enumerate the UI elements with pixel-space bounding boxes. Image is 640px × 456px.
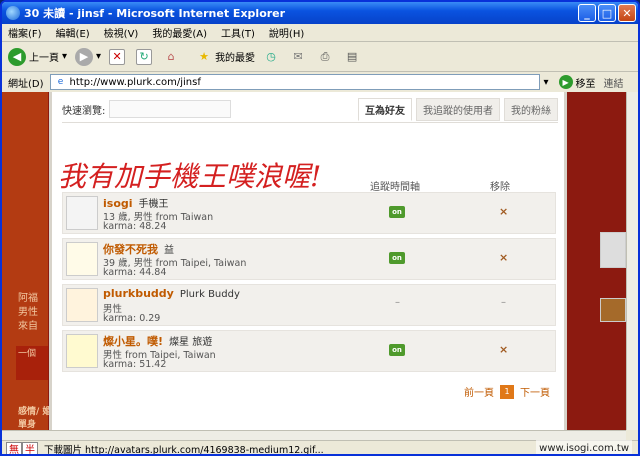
back-arrow-icon: ◀ [8, 47, 26, 66]
avatar[interactable] [66, 288, 98, 322]
favorites-button[interactable]: ★ 我的最愛 [196, 49, 255, 65]
browser-window: 30 未讀 - jinsf - Microsoft Internet Explo… [0, 0, 640, 456]
timeline-toggle[interactable]: on [389, 206, 405, 218]
history-button[interactable]: ◷ [263, 49, 282, 65]
column-timeline-header: 追蹤時間軸 [370, 182, 420, 193]
background-thumb-2[interactable] [600, 298, 626, 322]
friend-row: plurkbuddy Plurk Buddy 男性 karma: 0.29 – – [62, 284, 556, 326]
address-url: http://www.plurk.com/jinsf [69, 76, 201, 88]
remove-none: – [501, 297, 506, 308]
go-arrow-icon[interactable]: ▶ [558, 75, 573, 89]
edit-button[interactable]: ▤ [344, 49, 363, 65]
maximize-button[interactable]: □ [598, 4, 616, 22]
minimize-button[interactable]: _ [578, 4, 596, 22]
edit-icon: ▤ [346, 50, 358, 63]
svg-text:我有加手機王噗浪喔!: 我有加手機王噗浪喔! [58, 160, 321, 193]
friends-panel: 快速瀏覽: 互為好友 我追蹤的使用者 我的粉絲 我有加手機王噗浪喔! 追蹤時間軸… [52, 92, 564, 430]
friend-karma: karma: 44.84 [103, 267, 167, 278]
forward-button[interactable]: ▶ ▾ [75, 47, 101, 66]
friend-row: 你發不死我益 39 歲, 男性 from Taipei, Taiwan karm… [62, 238, 556, 280]
mail-icon: ✉ [293, 50, 303, 63]
menu-edit[interactable]: 編輯(E) [56, 25, 90, 40]
page-icon: e [57, 77, 64, 87]
background-profile-text: 阿福 男性 來自 [18, 293, 38, 332]
horizontal-scrollbar[interactable] [2, 430, 626, 440]
avatar[interactable] [66, 242, 98, 276]
background-block: 一個 [16, 346, 48, 380]
remove-button[interactable]: × [499, 205, 508, 218]
forward-dropdown-icon[interactable]: ▾ [96, 51, 101, 62]
stop-button[interactable]: ✕ [109, 48, 128, 65]
go-button[interactable]: 移至 [576, 75, 596, 90]
address-input[interactable]: e http://www.plurk.com/jinsf [49, 74, 540, 90]
favorites-label: 我的最愛 [215, 53, 256, 64]
mail-button[interactable]: ✉ [290, 49, 309, 65]
menu-favorites[interactable]: 我的最愛(A) [152, 25, 207, 40]
friend-tabs: 互為好友 我追蹤的使用者 我的粉絲 [358, 98, 558, 121]
prev-page-link[interactable]: 前一頁 [464, 384, 494, 399]
back-label: 上一頁 [29, 53, 59, 64]
friend-karma: karma: 51.42 [103, 359, 167, 370]
address-bar: 網址(D) e http://www.plurk.com/jinsf ▾ ▶ 移… [2, 72, 638, 92]
back-dropdown-icon[interactable]: ▾ [62, 51, 67, 62]
tab-divider [62, 122, 558, 123]
star-icon: ★ [199, 50, 209, 63]
quick-browse-label: 快速瀏覽: [62, 105, 106, 117]
print-button[interactable]: ⎙ [317, 49, 336, 65]
watermark: www.isogi.com.tw [536, 440, 632, 454]
toolbar: ◀ 上一頁 ▾ ▶ ▾ ✕ ↻ ⌂ ★ 我的最愛 ◷ ✉ ⎙ ▤ [2, 42, 638, 72]
refresh-button[interactable]: ↻ [136, 48, 155, 65]
page-viewport: 阿福 男性 來自 一個 感情/ 婚姻狀態: 單身 快速瀏覽: 互為好友 我追蹤的… [2, 92, 626, 430]
vertical-scrollbar[interactable] [626, 92, 638, 430]
links-button[interactable]: 連結 [604, 75, 624, 90]
address-dropdown-icon[interactable]: ▾ [544, 77, 549, 88]
ime-width[interactable]: 半 [22, 441, 38, 454]
tab-mutual-friends[interactable]: 互為好友 [358, 98, 412, 121]
refresh-icon: ↻ [136, 48, 153, 65]
friend-karma: karma: 0.29 [103, 313, 161, 324]
background-thumb-1[interactable] [600, 232, 626, 268]
address-label: 網址(D) [8, 78, 44, 90]
avatar[interactable] [66, 196, 98, 230]
menu-view[interactable]: 檢視(V) [104, 25, 139, 40]
timeline-toggle[interactable]: on [389, 344, 405, 356]
print-icon: ⎙ [320, 49, 330, 63]
friend-karma: karma: 48.24 [103, 221, 167, 232]
history-icon: ◷ [266, 50, 276, 63]
avatar[interactable] [66, 334, 98, 368]
status-text: 下載圖片 http://avatars.plurk.com/4169838-me… [44, 444, 324, 456]
friend-name[interactable]: isogi 手機王 [103, 195, 169, 210]
current-page: 1 [500, 384, 514, 399]
column-remove-header: 移除 [490, 182, 510, 193]
menu-bar: 檔案(F) 編輯(E) 檢視(V) 我的最愛(A) 工具(T) 說明(H) [2, 24, 638, 42]
friend-name[interactable]: plurkbuddy Plurk Buddy [103, 287, 240, 300]
remove-button[interactable]: × [499, 343, 508, 356]
ime-mode[interactable]: 無 [6, 441, 22, 454]
quick-browse-input[interactable] [109, 100, 232, 118]
ie-icon [6, 6, 20, 20]
forward-arrow-icon: ▶ [75, 47, 94, 66]
friend-row: 燦小星。噗! 燦星 旅遊 男性 from Taipei, Taiwan karma… [62, 330, 556, 372]
menu-file[interactable]: 檔案(F) [8, 25, 42, 40]
tab-following[interactable]: 我追蹤的使用者 [416, 98, 500, 121]
timeline-toggle[interactable]: on [389, 252, 405, 264]
menu-tools[interactable]: 工具(T) [221, 25, 255, 40]
tab-fans[interactable]: 我的粉絲 [504, 98, 558, 121]
timeline-none: – [395, 297, 400, 308]
window-title: 30 未讀 - jinsf - Microsoft Internet Explo… [24, 7, 286, 20]
stop-icon: ✕ [109, 48, 126, 65]
friend-row: isogi 手機王 13 歲, 男性 from Taiwan karma: 48.… [62, 192, 556, 234]
title-bar: 30 未讀 - jinsf - Microsoft Internet Explo… [2, 2, 638, 24]
back-button[interactable]: ◀ 上一頁 ▾ [8, 47, 67, 66]
menu-help[interactable]: 說明(H) [269, 25, 304, 40]
next-page-link[interactable]: 下一頁 [520, 384, 550, 399]
remove-button[interactable]: × [499, 251, 508, 264]
ime-indicator[interactable]: 無 半 [6, 441, 38, 454]
home-icon: ⌂ [167, 50, 175, 63]
home-button[interactable]: ⌂ [163, 49, 182, 65]
close-button[interactable]: ✕ [618, 4, 636, 22]
pagination: 前一頁 1 下一頁 [464, 384, 550, 399]
